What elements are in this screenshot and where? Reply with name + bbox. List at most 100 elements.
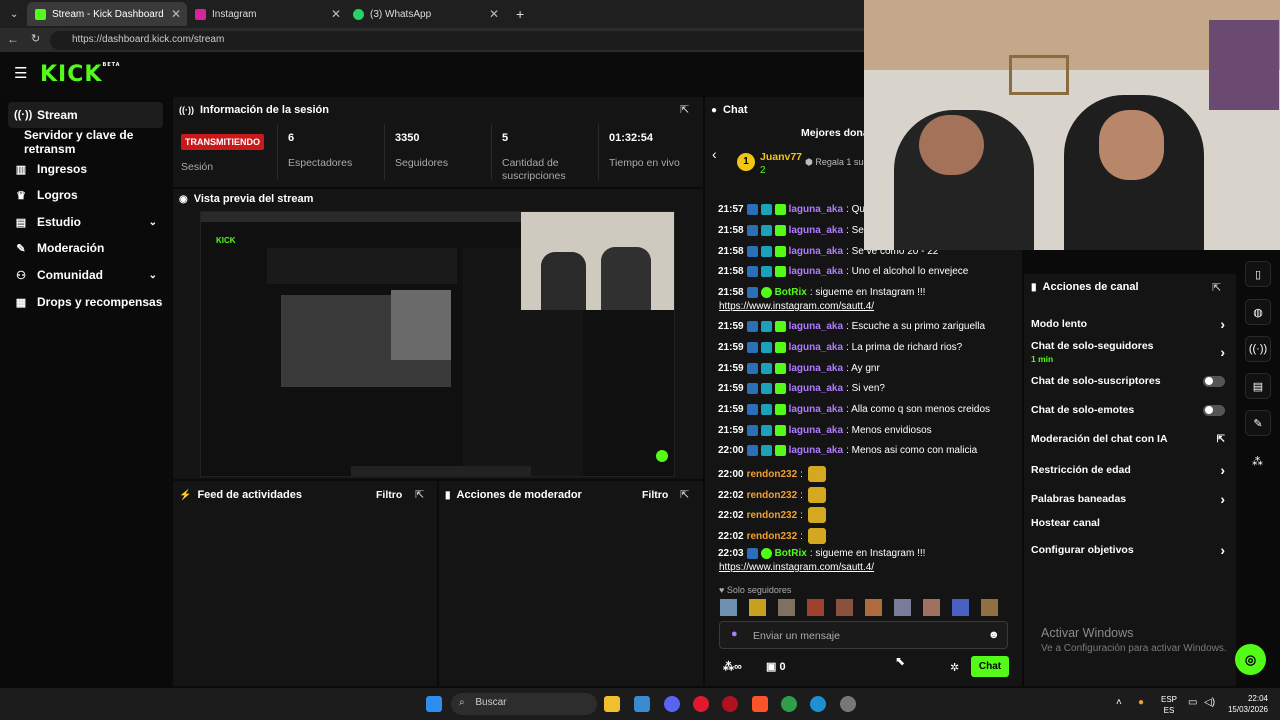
- rail-users-icon[interactable]: ⁂: [1252, 455, 1263, 468]
- mod-filter-button[interactable]: Filtro: [642, 489, 668, 501]
- tab-whatsapp[interactable]: (3) WhatsApp ✕: [345, 2, 505, 26]
- chat-username[interactable]: laguna_aka: [789, 321, 843, 332]
- gift-counter[interactable]: ▣ 0: [766, 660, 786, 673]
- settings-icon[interactable]: [840, 696, 856, 712]
- points-indicator[interactable]: ⁂∞: [723, 660, 742, 673]
- top-donor-name[interactable]: Juanv77: [760, 151, 802, 163]
- network-icon[interactable]: ▭: [1188, 697, 1197, 708]
- chat-username[interactable]: laguna_aka: [789, 363, 843, 374]
- tab-kick-dashboard[interactable]: Stream - Kick Dashboard ✕: [27, 2, 187, 26]
- clock[interactable]: 22:04 15/03/2026: [1226, 693, 1268, 715]
- chat-username[interactable]: rendon232: [747, 531, 798, 542]
- close-tab-icon[interactable]: ✕: [171, 7, 181, 21]
- chat-username[interactable]: laguna_aka: [789, 445, 843, 456]
- chat-username[interactable]: laguna_aka: [789, 425, 843, 436]
- channel-action-item[interactable]: Chat de solo-suscriptores: [1031, 375, 1225, 387]
- channel-action-item[interactable]: Palabras baneadas ›: [1031, 491, 1225, 507]
- emote-icon[interactable]: [923, 599, 940, 616]
- chat-username[interactable]: rendon232: [747, 469, 798, 480]
- opera-icon[interactable]: [693, 696, 709, 712]
- sidebar-item-drops[interactable]: ▦ Drops y recompensas: [8, 289, 163, 315]
- sidebar-item-comunidad[interactable]: ⚇ Comunidad ⌄: [8, 262, 163, 288]
- chat-username[interactable]: rendon232: [747, 490, 798, 501]
- popout-icon[interactable]: ⇱: [415, 488, 424, 501]
- sidebar-item-estudio[interactable]: ▤ Estudio ⌄: [8, 209, 163, 235]
- rail-broadcast-icon[interactable]: ((·)): [1245, 336, 1271, 362]
- tab-instagram[interactable]: Instagram ✕: [187, 2, 347, 26]
- popout-icon[interactable]: ⇱: [680, 103, 689, 116]
- chrome-icon[interactable]: [781, 696, 797, 712]
- rail-chat-icon[interactable]: ◍: [1245, 299, 1271, 325]
- emote-icon[interactable]: [720, 599, 737, 616]
- kick-logo[interactable]: KICKBETA: [40, 62, 121, 87]
- close-tab-icon[interactable]: ✕: [489, 7, 499, 21]
- channel-action-item[interactable]: Moderación del chat con IA ⇱: [1031, 433, 1225, 445]
- popout-icon[interactable]: ⇱: [1212, 281, 1221, 294]
- close-tab-icon[interactable]: ✕: [331, 7, 341, 21]
- popout-icon[interactable]: ⇱: [680, 488, 689, 501]
- file-explorer-icon[interactable]: [604, 696, 620, 712]
- emote-icon[interactable]: [981, 599, 998, 616]
- chevron-left-icon[interactable]: ‹: [712, 146, 717, 162]
- brave-icon[interactable]: [752, 696, 768, 712]
- emoji-icon[interactable]: ☻: [988, 629, 1000, 641]
- chat-username[interactable]: laguna_aka: [789, 225, 843, 236]
- chat-username[interactable]: laguna_aka: [789, 342, 843, 353]
- toggle-switch[interactable]: [1203, 404, 1225, 416]
- discord-icon[interactable]: [664, 696, 680, 712]
- emote-icon[interactable]: [807, 599, 824, 616]
- send-chat-button[interactable]: Chat: [971, 656, 1009, 677]
- emote-icon[interactable]: [778, 599, 795, 616]
- taskbar-search[interactable]: ⌕ Buscar: [451, 693, 597, 715]
- gear-icon[interactable]: ✲: [950, 661, 959, 674]
- emote-icon[interactable]: [836, 599, 853, 616]
- sidebar-item-stream[interactable]: ((·)) Stream: [8, 102, 163, 128]
- menu-icon[interactable]: ☰: [14, 64, 27, 82]
- chat-username[interactable]: BotRix: [775, 548, 807, 559]
- opera-gx-icon[interactable]: [722, 696, 738, 712]
- app-icon[interactable]: [634, 696, 650, 712]
- new-tab-button[interactable]: +: [508, 2, 532, 26]
- language-indicator[interactable]: ESP ES: [1161, 694, 1177, 716]
- chevron-up-icon[interactable]: ˄: [1116, 697, 1122, 708]
- channel-action-item[interactable]: Modo lento ›: [1031, 316, 1225, 332]
- rail-document-icon[interactable]: ▯: [1245, 261, 1271, 287]
- chat-link[interactable]: https://www.instagram.com/sautt.4/: [719, 562, 874, 573]
- edge-icon[interactable]: [810, 696, 826, 712]
- windows-start-icon[interactable]: [426, 696, 442, 712]
- chat-username[interactable]: laguna_aka: [789, 404, 843, 415]
- sidebar-item-moderacion[interactable]: ✎ Moderación: [8, 235, 163, 261]
- emote-icon[interactable]: [865, 599, 882, 616]
- sidebar-item-logros[interactable]: ♛ Logros: [8, 182, 163, 208]
- rail-wrench-icon[interactable]: ✎: [1245, 410, 1271, 436]
- channel-action-item[interactable]: Chat de solo-emotes: [1031, 404, 1225, 416]
- support-button[interactable]: ◎: [1235, 644, 1266, 675]
- stream-preview-video[interactable]: KICK: [200, 211, 675, 477]
- chat-username[interactable]: laguna_aka: [789, 383, 843, 394]
- chat-username[interactable]: laguna_aka: [789, 266, 843, 277]
- back-arrow-icon[interactable]: ←: [7, 32, 19, 46]
- emote-icon[interactable]: [749, 599, 766, 616]
- chat-link[interactable]: https://www.instagram.com/sautt.4/: [719, 301, 874, 312]
- feed-filter-button[interactable]: Filtro: [376, 489, 402, 501]
- chat-username[interactable]: BotRix: [775, 287, 807, 298]
- volume-icon[interactable]: ◁): [1204, 697, 1215, 708]
- chat-message-input[interactable]: ● Enviar un mensaje ☻: [719, 621, 1008, 649]
- channel-action-item[interactable]: Hostear canal: [1031, 517, 1225, 529]
- sidebar-item-ingresos[interactable]: ▥ Ingresos: [8, 156, 163, 182]
- tab-list-button[interactable]: ⌄: [2, 2, 26, 26]
- channel-action-item[interactable]: Chat de solo-seguidores 1 min ›: [1031, 340, 1225, 364]
- sidebar-item-server-key[interactable]: Servidor y clave de retransm: [18, 128, 178, 156]
- chat-username[interactable]: rendon232: [747, 510, 798, 521]
- microphone-icon[interactable]: ●: [731, 628, 738, 640]
- microphone-tray-icon[interactable]: ●: [1138, 697, 1144, 708]
- chat-username[interactable]: laguna_aka: [789, 204, 843, 215]
- chat-username[interactable]: laguna_aka: [789, 246, 843, 257]
- channel-action-item[interactable]: Configurar objetivos ›: [1031, 542, 1225, 558]
- emote-icon[interactable]: [952, 599, 969, 616]
- toggle-switch[interactable]: [1203, 375, 1225, 387]
- channel-action-item[interactable]: Restricción de edad ›: [1031, 462, 1225, 478]
- emote-icon[interactable]: [894, 599, 911, 616]
- rail-layout-icon[interactable]: ▤: [1245, 373, 1271, 399]
- reload-icon[interactable]: ↻: [31, 32, 40, 45]
